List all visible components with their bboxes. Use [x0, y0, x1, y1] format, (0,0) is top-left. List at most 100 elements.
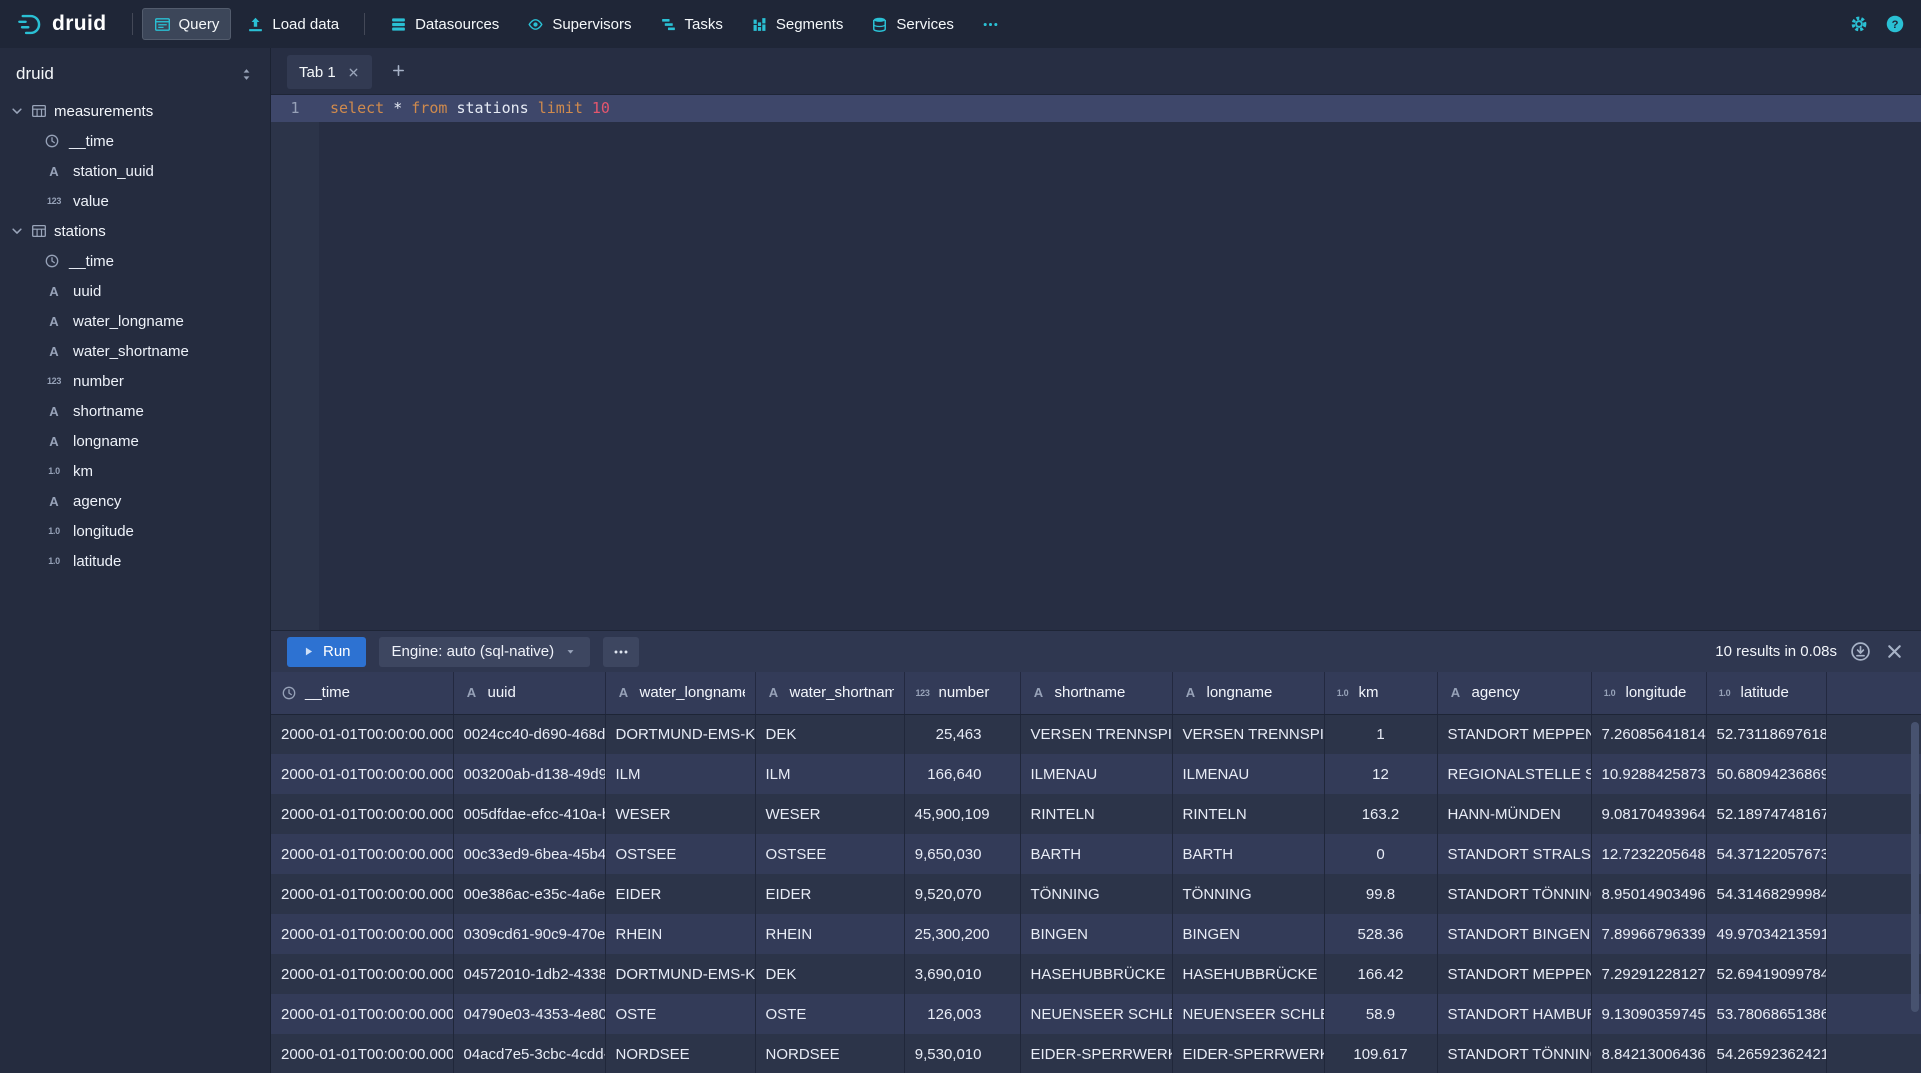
cell-longitude[interactable]: 10.9288425873940 [1591, 754, 1706, 794]
cell-uuid[interactable]: 00c33ed9-6bea-45b4- [453, 834, 605, 874]
cell-uuid[interactable]: 005dfdae-efcc-410a-b [453, 794, 605, 834]
cell-latitude[interactable]: 52.6941909978431 [1706, 954, 1826, 994]
cell-uuid[interactable]: 00e386ac-e35c-4a6e- [453, 874, 605, 914]
cell-km[interactable]: 528.36 [1324, 914, 1437, 954]
cell-longname[interactable]: EIDER-SPERRWERK AP [1172, 1034, 1324, 1073]
sql-input[interactable]: select * from stations limit 10 [319, 95, 1921, 630]
tree-table-measurements[interactable]: measurements [0, 96, 270, 126]
cell-number[interactable]: 166,640 [904, 754, 1020, 794]
cell-agency[interactable]: REGIONALSTELLE SUHL [1437, 754, 1591, 794]
help-icon[interactable]: ? [1885, 14, 1905, 34]
cell-water_shortname[interactable]: NORDSEE [755, 1034, 904, 1073]
cell-__time[interactable]: 2000-01-01T00:00:00.000Z [271, 834, 453, 874]
cell-uuid[interactable]: 04790e03-4353-4e80- [453, 994, 605, 1034]
sql-editor[interactable]: 1 select * from stations limit 10 [271, 94, 1921, 630]
cell-shortname[interactable]: RINTELN [1020, 794, 1172, 834]
tree-column-value[interactable]: 123value [0, 186, 270, 216]
cell-agency[interactable]: HANN-MÜNDEN [1437, 794, 1591, 834]
column-header-shortname[interactable]: Ashortname [1020, 672, 1172, 714]
cell-water_shortname[interactable]: EIDER [755, 874, 904, 914]
cell-agency[interactable]: STANDORT TÖNNING [1437, 874, 1591, 914]
nav-item-tasks[interactable]: Tasks [648, 8, 735, 40]
cell-longname[interactable]: VERSEN TRENNSPITZE [1172, 714, 1324, 754]
tree-column-__time[interactable]: __time [0, 246, 270, 276]
cell-water_shortname[interactable]: DEK [755, 714, 904, 754]
cell-uuid[interactable]: 003200ab-d138-49d9- [453, 754, 605, 794]
cell-water_shortname[interactable]: RHEIN [755, 914, 904, 954]
nav-item-load-data[interactable]: Load data [235, 8, 351, 40]
cell-shortname[interactable]: NEUENSEER SCHLEUSE [1020, 994, 1172, 1034]
cell-number[interactable]: 9,520,070 [904, 874, 1020, 914]
cell-latitude[interactable]: 54.3712205767331 [1706, 834, 1826, 874]
download-results-icon[interactable] [1850, 641, 1871, 662]
cell-longname[interactable]: BINGEN [1172, 914, 1324, 954]
cell-__time[interactable]: 2000-01-01T00:00:00.000Z [271, 794, 453, 834]
cell-longitude[interactable]: 7.2929122812721 [1591, 954, 1706, 994]
cell-longitude[interactable]: 9.1309035974510 [1591, 994, 1706, 1034]
column-header-water_longname[interactable]: Awater_longname [605, 672, 755, 714]
nav-item-services[interactable]: Services [859, 8, 966, 40]
cell-number[interactable]: 25,300,200 [904, 914, 1020, 954]
cell-longitude[interactable]: 7.8996679633971 [1591, 914, 1706, 954]
cell-latitude[interactable]: 52.7311869761801 [1706, 714, 1826, 754]
tree-column-number[interactable]: 123number [0, 366, 270, 396]
tree-column-station_uuid[interactable]: Astation_uuid [0, 156, 270, 186]
cell-__time[interactable]: 2000-01-01T00:00:00.000Z [271, 994, 453, 1034]
cell-water_longname[interactable]: ILM [605, 754, 755, 794]
add-tab-button[interactable] [384, 57, 414, 87]
cell-uuid[interactable]: 04572010-1db2-4338- [453, 954, 605, 994]
cell-number[interactable]: 126,003 [904, 994, 1020, 1034]
cell-agency[interactable]: STANDORT STRALSUND [1437, 834, 1591, 874]
cell-agency[interactable]: STANDORT TÖNNING [1437, 1034, 1591, 1073]
engine-select[interactable]: Engine: auto (sql-native) [379, 637, 591, 667]
cell-km[interactable]: 0 [1324, 834, 1437, 874]
tree-column-uuid[interactable]: Auuid [0, 276, 270, 306]
cell-km[interactable]: 1 [1324, 714, 1437, 754]
tree-column-shortname[interactable]: Ashortname [0, 396, 270, 426]
column-header-longitude[interactable]: 1.0longitude [1591, 672, 1706, 714]
cell-water_longname[interactable]: EIDER [605, 874, 755, 914]
cell-km[interactable]: 99.8 [1324, 874, 1437, 914]
cell-km[interactable]: 109.617 [1324, 1034, 1437, 1073]
cell-uuid[interactable]: 0024cc40-d690-468d- [453, 714, 605, 754]
cell-latitude[interactable]: 54.2659236242101 [1706, 1034, 1826, 1073]
close-tab-icon[interactable] [347, 66, 360, 79]
cell-water_longname[interactable]: DORTMUND-EMS-KANAL [605, 714, 755, 754]
nav-item-more[interactable] [970, 8, 1011, 40]
cell-__time[interactable]: 2000-01-01T00:00:00.000Z [271, 914, 453, 954]
nav-item-segments[interactable]: Segments [739, 8, 856, 40]
cell-longname[interactable]: NEUENSEER SCHLEUSE [1172, 994, 1324, 1034]
tree-column-__time[interactable]: __time [0, 126, 270, 156]
cell-km[interactable]: 166.42 [1324, 954, 1437, 994]
column-header-agency[interactable]: Aagency [1437, 672, 1591, 714]
cell-water_shortname[interactable]: WESER [755, 794, 904, 834]
cell-longname[interactable]: ILMENAU [1172, 754, 1324, 794]
close-results-icon[interactable] [1884, 641, 1905, 662]
column-header-uuid[interactable]: Auuid [453, 672, 605, 714]
cell-water_longname[interactable]: DORTMUND-EMS-KANAL [605, 954, 755, 994]
cell-km[interactable]: 12 [1324, 754, 1437, 794]
cell-water_shortname[interactable]: OSTE [755, 994, 904, 1034]
cell-water_longname[interactable]: NORDSEE [605, 1034, 755, 1073]
cell-longitude[interactable]: 8.9501490349651 [1591, 874, 1706, 914]
cell-water_shortname[interactable]: DEK [755, 954, 904, 994]
column-header-water_shortname[interactable]: Awater_shortname [755, 672, 904, 714]
cell-longname[interactable]: RINTELN [1172, 794, 1324, 834]
tree-column-agency[interactable]: Aagency [0, 486, 270, 516]
results-scrollbar[interactable] [1911, 722, 1919, 1012]
tree-table-stations[interactable]: stations [0, 216, 270, 246]
cell-number[interactable]: 25,463 [904, 714, 1020, 754]
tree-column-km[interactable]: 1.0km [0, 456, 270, 486]
cell-__time[interactable]: 2000-01-01T00:00:00.000Z [271, 714, 453, 754]
tree-column-latitude[interactable]: 1.0latitude [0, 546, 270, 576]
query-tab[interactable]: Tab 1 [287, 55, 372, 89]
cell-shortname[interactable]: VERSEN TRENNSPITZE [1020, 714, 1172, 754]
cell-shortname[interactable]: BARTH [1020, 834, 1172, 874]
tree-column-longitude[interactable]: 1.0longitude [0, 516, 270, 546]
cell-shortname[interactable]: EIDER-SPERRWERK AP [1020, 1034, 1172, 1073]
cell-agency[interactable]: STANDORT BINGEN [1437, 914, 1591, 954]
tree-column-water_longname[interactable]: Awater_longname [0, 306, 270, 336]
cell-__time[interactable]: 2000-01-01T00:00:00.000Z [271, 1034, 453, 1073]
cell-longname[interactable]: TÖNNING [1172, 874, 1324, 914]
cell-latitude[interactable]: 53.7806865138631 [1706, 994, 1826, 1034]
